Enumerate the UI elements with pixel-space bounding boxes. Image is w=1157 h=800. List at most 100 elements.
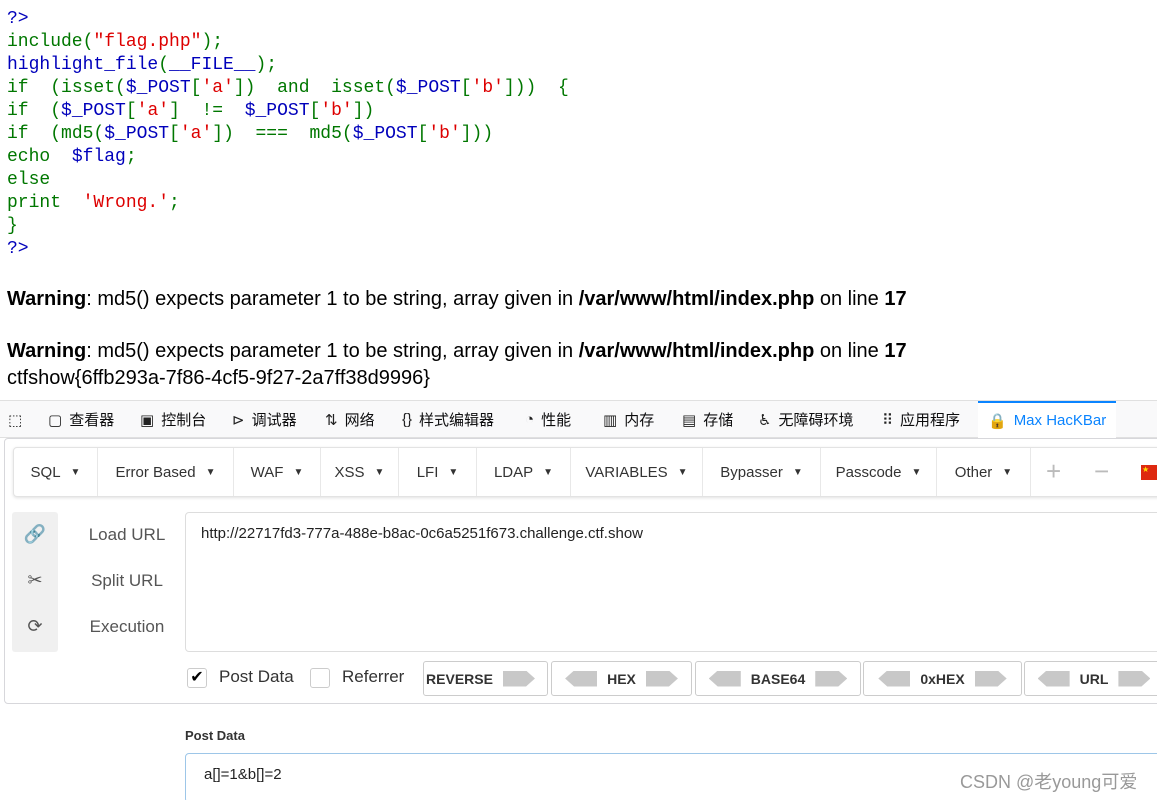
menu-error-based[interactable]: Error Based ▼ bbox=[98, 448, 234, 496]
code-token: isset( bbox=[331, 78, 396, 98]
code-token: ; bbox=[125, 147, 137, 167]
code-token: (md5( bbox=[50, 124, 105, 144]
menu-xss[interactable]: XSS ▼ bbox=[321, 448, 399, 496]
split-url-button[interactable]: Split URL bbox=[72, 571, 182, 591]
url-button[interactable]: URL bbox=[1024, 661, 1157, 696]
post-data-checkbox-label: Post Data bbox=[219, 667, 294, 686]
refresh-icon[interactable]: ⟳ bbox=[12, 616, 58, 637]
code-line: echo $flag; bbox=[7, 146, 569, 169]
inspector-icon: ▢ bbox=[48, 411, 63, 429]
menu-other[interactable]: Other ▼ bbox=[937, 448, 1031, 496]
storage-icon: ▤ bbox=[682, 411, 697, 429]
menu-variables[interactable]: VARIABLES ▼ bbox=[571, 448, 703, 496]
caret-down-icon: ▼ bbox=[543, 466, 554, 478]
warning-message: : md5() expects parameter 1 to be string… bbox=[86, 340, 579, 362]
encoder-label: BASE64 bbox=[750, 670, 806, 687]
code-token: $_POST bbox=[61, 101, 126, 121]
arrow-right-icon bbox=[815, 670, 848, 687]
element-picker-icon[interactable]: ⬚ bbox=[8, 401, 29, 438]
menu-waf[interactable]: WAF ▼ bbox=[234, 448, 321, 496]
tab-application[interactable]: ⠿ 应用程序 bbox=[882, 401, 960, 438]
code-token: include bbox=[7, 32, 83, 52]
code-token: ; bbox=[169, 193, 180, 213]
post-data-checkbox[interactable]: ✔ bbox=[187, 668, 207, 688]
menu-label: XSS bbox=[334, 463, 365, 481]
code-token: if bbox=[7, 78, 29, 98]
lock-icon: 🔒 bbox=[988, 412, 1007, 430]
0xhex-button[interactable]: 0xHEX bbox=[863, 661, 1022, 696]
devtools-toolbar: ⬚ ▢ 查看器 ▣ 控制台 ⊳ 调试器 ⇅ 网络 {} 样式编辑器 ◔ 性能 ▥ 内存 ▤ 存储… bbox=[0, 400, 1157, 438]
menu-label: LDAP bbox=[493, 463, 534, 481]
tab-max-hackbar[interactable]: 🔒 Max HacKBar bbox=[978, 401, 1117, 438]
tab-debugger[interactable]: ⊳ 调试器 bbox=[232, 401, 297, 438]
menu-ldap[interactable]: LDAP ▼ bbox=[477, 448, 571, 496]
code-token: ]) bbox=[352, 101, 375, 121]
load-url-button[interactable]: Load URL bbox=[72, 525, 182, 545]
tab-network[interactable]: ⇅ 网络 bbox=[325, 401, 375, 438]
tab-console[interactable]: ▣ 控制台 bbox=[140, 401, 206, 438]
code-token: 'b' bbox=[428, 124, 461, 144]
warning-line-number: 17 bbox=[884, 340, 907, 362]
code-token: $_POST bbox=[395, 78, 461, 98]
url-input[interactable]: http://22717fd3-777a-488e-b8ac-0c6a5251f… bbox=[185, 512, 1157, 652]
arrow-right-icon bbox=[502, 670, 535, 687]
hex-button[interactable]: HEX bbox=[551, 661, 692, 696]
code-token: 'b' bbox=[471, 78, 504, 98]
tab-label: 查看器 bbox=[69, 412, 115, 429]
referrer-checkbox[interactable] bbox=[310, 668, 330, 688]
tab-style-editor[interactable]: {} 样式编辑器 bbox=[402, 401, 494, 438]
menu-sql[interactable]: SQL ▼ bbox=[14, 448, 98, 496]
code-token: __FILE__ bbox=[169, 55, 256, 75]
watermark: CSDN @老young可爱 bbox=[960, 772, 1138, 792]
menu-bypasser[interactable]: Bypasser ▼ bbox=[703, 448, 821, 496]
code-token: if bbox=[7, 124, 29, 144]
caret-down-icon: ▼ bbox=[205, 466, 216, 478]
code-line: } bbox=[7, 215, 569, 238]
code-token: else bbox=[7, 170, 51, 190]
link-icon[interactable]: 🔗 bbox=[12, 524, 58, 545]
code-token: ( bbox=[50, 101, 62, 121]
tab-label: Max HacKBar bbox=[1013, 412, 1107, 429]
tab-inspector[interactable]: ▢ 查看器 bbox=[48, 401, 114, 438]
php-source-code: ?> include("flag.php"); highlight_file(__F… bbox=[7, 9, 569, 261]
arrow-left-icon bbox=[565, 670, 598, 687]
tab-label: 控制台 bbox=[161, 412, 207, 429]
menu-passcode[interactable]: Passcode ▼ bbox=[821, 448, 937, 496]
china-flag-icon[interactable]: ★ bbox=[1141, 465, 1157, 480]
code-token: != bbox=[201, 101, 224, 121]
code-token: { bbox=[557, 78, 569, 98]
code-token: 'b' bbox=[320, 101, 353, 121]
debugger-icon: ⊳ bbox=[232, 411, 245, 429]
plus-icon[interactable]: + bbox=[1046, 456, 1061, 486]
code-token: $flag bbox=[71, 147, 126, 167]
scissors-icon[interactable]: ✂ bbox=[12, 570, 58, 591]
tab-storage[interactable]: ▤ 存储 bbox=[682, 401, 733, 438]
reverse-button[interactable]: REVERSE bbox=[423, 661, 548, 696]
execution-button[interactable]: Execution bbox=[72, 617, 182, 637]
arrow-left-icon bbox=[1037, 670, 1070, 687]
tab-accessibility[interactable]: ♿ 无障碍环境 bbox=[758, 401, 853, 438]
encoder-label: URL bbox=[1079, 670, 1109, 687]
tab-performance[interactable]: ◔ 性能 bbox=[525, 401, 571, 438]
code-token: } bbox=[7, 216, 18, 236]
base64-button[interactable]: BASE64 bbox=[695, 661, 861, 696]
code-token: ?> bbox=[7, 9, 29, 29]
caret-down-icon: ▼ bbox=[448, 466, 459, 478]
warning-label: Warning bbox=[7, 288, 87, 310]
php-warning: Warning: md5() expects parameter 1 to be… bbox=[7, 340, 907, 363]
menu-lfi[interactable]: LFI ▼ bbox=[399, 448, 477, 496]
code-token: $_POST bbox=[244, 101, 310, 121]
code-token: ]) bbox=[233, 78, 256, 98]
caret-down-icon: ▼ bbox=[792, 466, 803, 478]
encoder-label: 0xHEX bbox=[920, 670, 965, 687]
menu-label: Error Based bbox=[115, 463, 196, 481]
code-token: "flag.php" bbox=[93, 32, 202, 52]
code-token: highlight_file bbox=[7, 55, 159, 75]
caret-down-icon: ▼ bbox=[911, 466, 922, 478]
tab-memory[interactable]: ▥ 内存 bbox=[603, 401, 654, 438]
minus-icon[interactable]: − bbox=[1094, 456, 1109, 486]
post-data-section-label: Post Data bbox=[185, 728, 245, 743]
hackbar-menu: SQL ▼ Error Based ▼ WAF ▼ XSS ▼ LFI ▼ LDAP ▼ V… bbox=[13, 447, 1157, 497]
warning-path: /var/www/html/index.php bbox=[578, 288, 815, 310]
tab-label: 网络 bbox=[344, 412, 375, 429]
